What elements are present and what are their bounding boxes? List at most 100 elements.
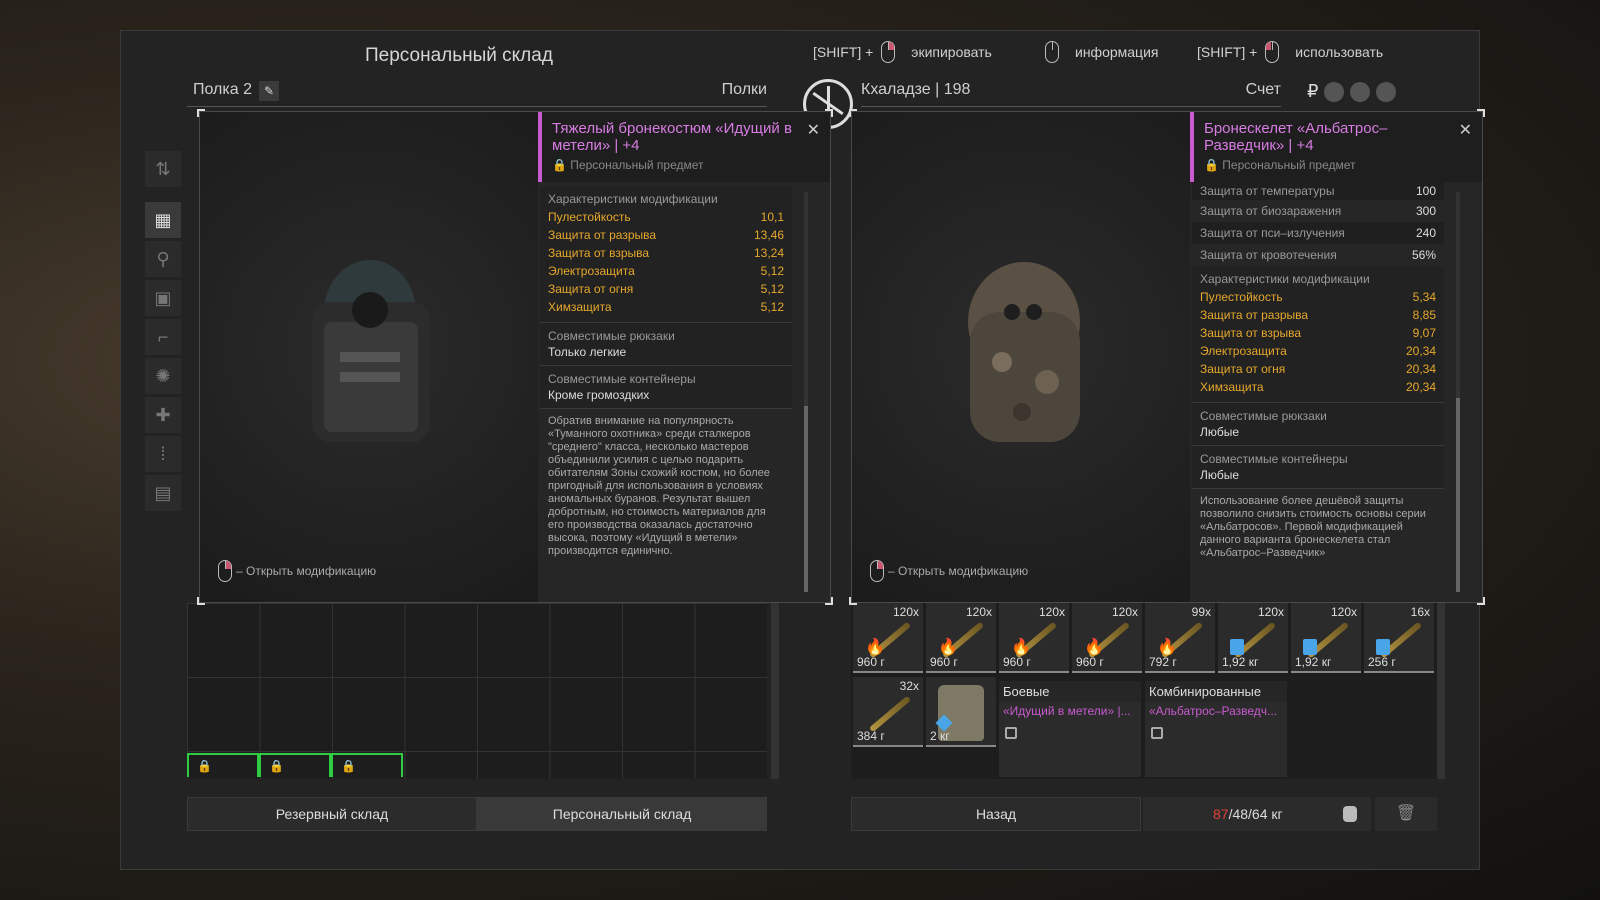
- hint-equip-label: экипировать: [911, 44, 992, 60]
- currency-icons: ₽: [1307, 81, 1397, 102]
- close-icon[interactable]: ✕: [807, 120, 820, 140]
- ammo-item[interactable]: 🔥 120x 960 г: [1072, 603, 1142, 673]
- ammo-item[interactable]: 16x 256 г: [1364, 603, 1434, 673]
- pencil-icon[interactable]: ✎: [259, 81, 279, 101]
- fire-icon: 🔥: [865, 639, 885, 656]
- weight-indicator: 87/48/64 кг: [1143, 797, 1371, 831]
- armor-icon[interactable]: ▣: [145, 280, 181, 316]
- shelves-button[interactable]: Полки: [722, 81, 767, 99]
- gear-coin-icon: [1324, 81, 1345, 102]
- stat-row: Химзащита 20,34: [1200, 380, 1436, 394]
- mouse-left-icon: [1265, 41, 1280, 63]
- item-info-panel: Бронескелет «Альбатрос–Разведчик» | +4 🔒…: [1190, 112, 1482, 602]
- popup-scrollbar[interactable]: [1456, 192, 1460, 592]
- item-info-panel: Тяжелый бронекостюм «Идущий в метели» | …: [538, 112, 830, 602]
- item-name: «Идущий в метели» |...: [1003, 704, 1131, 718]
- mods-caption: Характеристики модификации: [1200, 272, 1370, 286]
- item-popup-right: – Открыть модификацию Бронескелет «Альба…: [849, 109, 1485, 605]
- ammo-item[interactable]: 120x 1,92 кг: [1218, 603, 1288, 673]
- lock-icon: [1151, 727, 1163, 739]
- containers-value: Кроме громоздких: [548, 388, 650, 402]
- ammo-item[interactable]: 120x 1,92 кг: [1291, 603, 1361, 673]
- owner-name: Кхаладзе | 198: [861, 81, 971, 98]
- popup-scrollbar[interactable]: [804, 192, 808, 592]
- link-icon[interactable]: ⚲: [145, 241, 181, 277]
- armor-plate-item[interactable]: 2 кг: [926, 677, 996, 747]
- stat-row: Защита от кровотечения 56%: [1192, 244, 1444, 266]
- stat-row: Химзащита 5,12: [548, 300, 784, 314]
- weight-current: 87: [1213, 806, 1229, 822]
- account-label: Счет: [1245, 81, 1281, 98]
- lock-icon: 🔒: [341, 759, 356, 773]
- owner-bar: Кхаладзе | 198 Счет: [861, 79, 1281, 107]
- grid-all-icon[interactable]: ▦: [145, 202, 181, 238]
- hint-info-label: информация: [1075, 44, 1159, 60]
- item-count: 120x: [1257, 605, 1284, 619]
- trash-icon[interactable]: 🗑: [1375, 797, 1437, 831]
- suit-item-albatross[interactable]: Комбинированные «Альбатрос–Разведч...: [1145, 681, 1287, 777]
- lock-icon: 🔒: [269, 759, 284, 773]
- close-icon[interactable]: ✕: [1459, 120, 1472, 140]
- item-header: Тяжелый бронекостюм «Идущий в метели» | …: [538, 112, 830, 182]
- backpacks-section: Совместимые рюкзаки Любые: [1192, 403, 1444, 446]
- ammo-icon[interactable]: ⁞: [145, 436, 181, 472]
- sort-icon[interactable]: ⇅: [145, 151, 181, 187]
- armor-suit-image: [312, 260, 430, 442]
- stat-row: Защита от температуры 100: [1192, 182, 1444, 200]
- stat-row: Защита от пси–излучения 240: [1192, 222, 1444, 244]
- locked-slot: 🔒: [259, 753, 331, 777]
- lock-icon: 🔒: [197, 759, 212, 773]
- locked-slot: 🔒: [331, 753, 403, 777]
- locked-slot: 🔒: [187, 753, 259, 777]
- item-weight: 1,92 кг: [1295, 655, 1332, 669]
- item-name: «Альбатрос–Разведч...: [1149, 704, 1278, 718]
- backpacks-section: Совместимые рюкзаки Только легкие: [540, 323, 792, 366]
- item-title: Тяжелый бронекостюм «Идущий в метели» | …: [552, 120, 792, 154]
- shelf-bar: Полка 2 ✎ Полки: [187, 79, 767, 107]
- open-mod-hint: – Открыть модификацию: [218, 560, 376, 582]
- ammo-item[interactable]: 🔥 99x 792 г: [1145, 603, 1215, 673]
- hint-equip: [SHIFT] + экипировать: [813, 41, 992, 63]
- hint-use-label: использовать: [1295, 44, 1384, 60]
- mouse-right-icon: [218, 560, 232, 582]
- item-stats: Защита от температуры 100 Защита от биоза…: [1192, 182, 1444, 594]
- armor-piercing-icon: [1230, 639, 1244, 655]
- ammo-item[interactable]: 🔥 120x 960 г: [926, 603, 996, 673]
- mouse-icon: [1045, 41, 1059, 63]
- item-header: Бронескелет «Альбатрос–Разведчик» | +4 🔒…: [1190, 112, 1482, 182]
- item-count: 120x: [892, 605, 919, 619]
- backpacks-value: Только легкие: [548, 345, 627, 359]
- ammo-item[interactable]: 🔥 120x 960 г: [853, 603, 923, 673]
- item-category: Комбинированные: [1145, 681, 1287, 702]
- item-weight: 960 г: [1076, 655, 1104, 669]
- shelf-scrollbar[interactable]: [771, 603, 779, 779]
- artifact-icon[interactable]: ✺: [145, 358, 181, 394]
- item-description: Обратив внимание на популярность «Туманн…: [548, 415, 770, 557]
- containers-caption: Совместимые контейнеры: [1200, 452, 1348, 466]
- open-mod-label: – Открыть модификацию: [236, 564, 377, 578]
- back-button[interactable]: Назад: [851, 797, 1141, 831]
- open-mod-hint: – Открыть модификацию: [870, 560, 1028, 582]
- item-popup-left: – Открыть модификацию Тяжелый бронекостю…: [197, 109, 833, 605]
- item-title: Бронескелет «Альбатрос–Разведчик» | +4: [1204, 120, 1388, 154]
- ammo-item[interactable]: 🔥 120x 960 г: [999, 603, 1069, 673]
- mouse-right-icon: [881, 41, 896, 63]
- lock-icon: [1005, 727, 1017, 739]
- personal-item-label: Персональный предмет: [570, 158, 704, 172]
- protection-stats: Защита от температуры 100 Защита от биоза…: [1192, 182, 1444, 266]
- medkit-icon[interactable]: ✚: [145, 397, 181, 433]
- tab-reserve-storage[interactable]: Резервный склад: [187, 797, 477, 831]
- stat-row: Пулестойкость 5,34: [1200, 290, 1436, 304]
- container-icon[interactable]: ▤: [145, 475, 181, 511]
- rifle-icon[interactable]: ⌐: [145, 319, 181, 355]
- ammo-item[interactable]: 32x 384 г: [853, 677, 923, 747]
- items-scrollbar[interactable]: [1437, 603, 1445, 779]
- item-weight: 1,92 кг: [1222, 655, 1259, 669]
- item-count: 120x: [1038, 605, 1065, 619]
- weight-limits: /48/64 кг: [1228, 806, 1283, 822]
- suit-item-blizzard[interactable]: Боевые «Идущий в метели» |...: [999, 681, 1141, 777]
- item-subtitle: 🔒 Персональный предмет: [552, 158, 704, 172]
- mouse-right-icon: [870, 560, 884, 582]
- containers-section: Совместимые контейнеры Любые: [1192, 446, 1444, 489]
- tab-personal-storage[interactable]: Персональный склад: [477, 797, 767, 831]
